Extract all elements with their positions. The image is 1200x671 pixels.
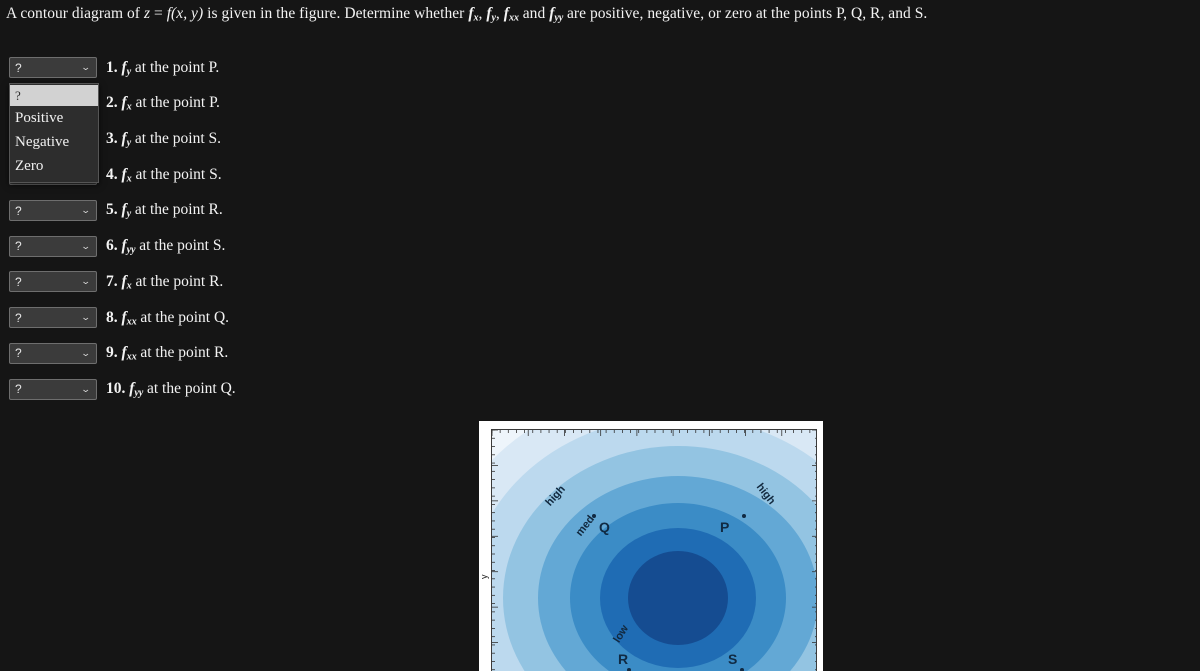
- question-text: 8. fxx at the point Q.: [106, 309, 229, 327]
- chevron-down-icon: ⌄: [81, 276, 92, 287]
- answer-select-wrapper: ?⌄: [9, 307, 97, 329]
- question-number: 2.: [106, 94, 118, 112]
- question-row: ? ⌄ 6. fyy at the point S.: [0, 228, 470, 264]
- answer-select-10[interactable]: ? ⌄: [9, 378, 97, 400]
- answer-select-value: ?: [15, 274, 22, 289]
- prompt-comma-2: ,: [495, 5, 504, 22]
- answer-select-wrapper: ?⌄: [9, 271, 97, 293]
- question-row: ? ⌄ 1. fy at the point P.: [0, 50, 470, 86]
- dropdown-option-negative[interactable]: Negative: [10, 130, 98, 154]
- chevron-down-icon: ⌄: [81, 240, 92, 251]
- question-text: 2. fx at the point P.: [106, 94, 220, 112]
- question-number: 6.: [106, 237, 118, 255]
- question-text: 5. fy at the point R.: [106, 201, 223, 219]
- question-tail-text: at the point R.: [131, 272, 224, 290]
- prompt-part-1: A contour diagram of: [6, 5, 144, 22]
- plot-axes: high med high low Q P R S: [491, 429, 817, 671]
- question-number: 5.: [106, 201, 118, 219]
- chevron-down-icon: ⌄: [81, 62, 92, 73]
- question-tail-text: at the point P.: [131, 58, 220, 76]
- answer-select-value: ?: [15, 346, 22, 361]
- answer-select-wrapper: ?⌄: [9, 57, 97, 79]
- question-function-subscript: xx: [126, 315, 137, 327]
- question-text: 1. fy at the point P.: [106, 59, 219, 77]
- question-tail-text: at the point S.: [131, 165, 222, 183]
- answer-select-5[interactable]: ? ⌄: [9, 200, 97, 222]
- question-number: 1.: [106, 58, 118, 76]
- prompt-part-2: is given in the figure. Determine whethe…: [203, 5, 469, 22]
- prompt-and: and: [518, 5, 550, 22]
- question-tail-text: at the point R.: [136, 344, 229, 362]
- symbol-fxx-subscript: xx: [508, 12, 519, 24]
- answer-select-value: ?: [15, 382, 22, 397]
- chevron-down-icon: ⌄: [81, 205, 92, 216]
- question-tail-text: at the point Q.: [136, 308, 230, 326]
- answer-select-value: ?: [15, 310, 22, 325]
- point-marker-P: [742, 514, 746, 518]
- answer-select-wrapper: ?⌄: [9, 235, 97, 257]
- prompt-part-3: are positive, negative, or zero at the p…: [563, 5, 928, 22]
- question-number: 8.: [106, 308, 118, 326]
- question-tail-text: at the point P.: [131, 94, 220, 112]
- dropdown-option-blank[interactable]: ?: [10, 85, 98, 106]
- point-marker-Q: [592, 514, 596, 518]
- question-function-subscript: yy: [134, 387, 144, 399]
- question-row: ? ⌄ 8. fxx at the point Q.: [0, 300, 470, 336]
- y-axis-label: y: [479, 574, 489, 580]
- answer-select-wrapper: ?⌄: [9, 342, 97, 364]
- answer-select-6[interactable]: ? ⌄: [9, 235, 97, 257]
- dropdown-options-popup[interactable]: ? Positive Negative Zero: [9, 83, 99, 183]
- answer-select-value: ?: [15, 203, 22, 218]
- answer-select-value: ?: [15, 60, 22, 75]
- answer-select-value: ?: [15, 239, 22, 254]
- question-row: ? ⌄ 5. fy at the point R.: [0, 193, 470, 229]
- contour-diagram-figure: y high med high low Q P R S: [479, 421, 823, 671]
- question-text: 10. fyy at the point Q.: [106, 380, 236, 398]
- chevron-down-icon: ⌄: [81, 383, 92, 394]
- band-8-innermost: [628, 551, 728, 645]
- question-function-subscript: xx: [126, 351, 137, 363]
- problem-statement: A contour diagram of z = f(x, y) is give…: [6, 4, 927, 28]
- question-text: 4. fx at the point S.: [106, 166, 222, 184]
- question-text: 6. fyy at the point S.: [106, 237, 225, 255]
- page-root: A contour diagram of z = f(x, y) is give…: [0, 0, 1200, 671]
- question-text: 3. fy at the point S.: [106, 130, 221, 148]
- question-number: 9.: [106, 344, 118, 362]
- question-number: 3.: [106, 130, 118, 148]
- chevron-down-icon: ⌄: [81, 347, 92, 358]
- dropdown-option-zero[interactable]: Zero: [10, 154, 98, 178]
- question-tail-text: at the point S.: [131, 130, 221, 148]
- question-number: 4.: [106, 165, 118, 183]
- answer-select-9[interactable]: ? ⌄: [9, 342, 97, 364]
- answer-select-7[interactable]: ? ⌄: [9, 271, 97, 293]
- answer-select-8[interactable]: ? ⌄: [9, 307, 97, 329]
- equals-sign: =: [150, 5, 167, 22]
- question-number: 7.: [106, 272, 118, 290]
- function-args: (x, y): [171, 5, 204, 22]
- question-row: ? ⌄ 7. fx at the point R.: [0, 264, 470, 300]
- answer-select-wrapper: ?⌄: [9, 200, 97, 222]
- dropdown-option-positive[interactable]: Positive: [10, 106, 98, 130]
- answer-select-1[interactable]: ? ⌄: [9, 57, 97, 79]
- contour-plot-svg: [492, 430, 816, 671]
- chevron-down-icon: ⌄: [81, 312, 92, 323]
- question-row: ? ⌄ 9. fxx at the point R.: [0, 336, 470, 372]
- question-tail-text: at the point R.: [131, 201, 223, 219]
- symbol-fyy-subscript: yy: [554, 12, 564, 24]
- question-number: 10.: [106, 379, 126, 397]
- question-text: 7. fx at the point R.: [106, 273, 223, 291]
- answer-select-wrapper: ?⌄: [9, 378, 97, 400]
- question-text: 9. fxx at the point R.: [106, 344, 228, 362]
- question-tail-text: at the point Q.: [143, 379, 236, 397]
- question-row: ? ⌄ 10. fyy at the point Q.: [0, 371, 470, 407]
- question-tail-text: at the point S.: [135, 237, 226, 255]
